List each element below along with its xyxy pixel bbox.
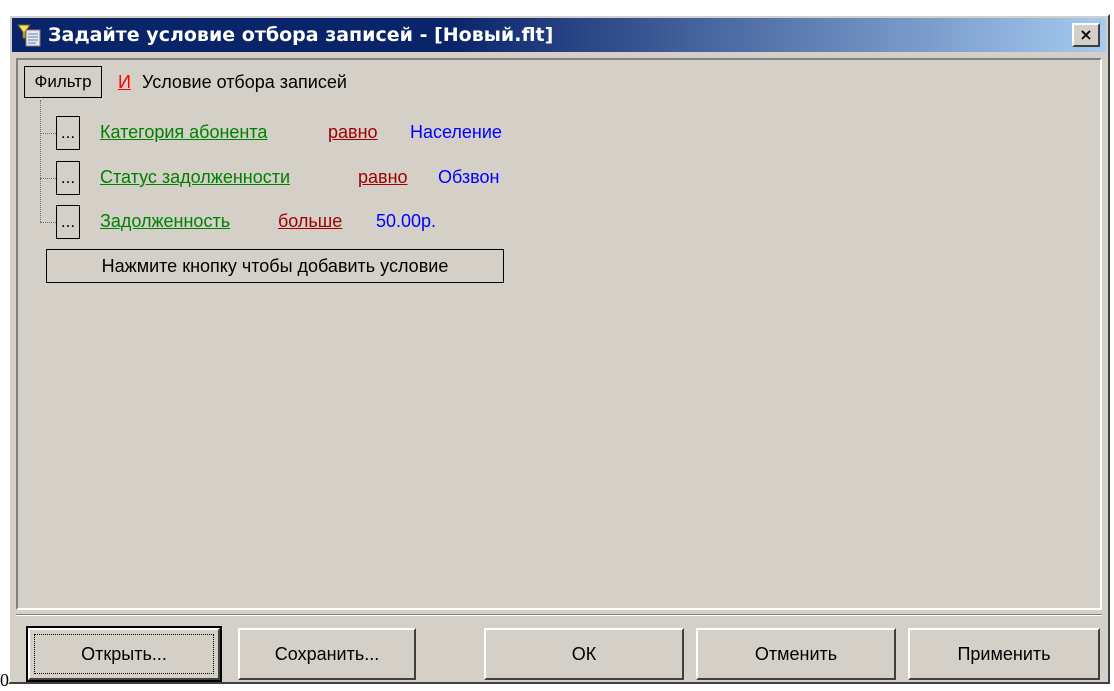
ellipsis-icon: ... (60, 212, 76, 231)
filter-dialog: Задайте условие отбора записей - [Новый.… (8, 14, 1110, 684)
condition-edit-button[interactable]: ... (56, 205, 80, 239)
condition-edit-button[interactable]: ... (56, 161, 80, 195)
filter-app-icon (16, 22, 42, 48)
condition-operator-link[interactable]: больше (278, 211, 342, 232)
ellipsis-icon: ... (60, 123, 76, 142)
filter-root-button-label: Фильтр (34, 72, 92, 91)
tree-connector-vertical (40, 100, 41, 222)
ok-button-label: ОК (571, 643, 597, 664)
ok-button[interactable]: ОК (484, 628, 684, 680)
filter-root-button[interactable]: Фильтр (24, 66, 102, 98)
window-title: Задайте условие отбора записей - [Новый.… (48, 24, 554, 46)
ellipsis-icon: ... (60, 168, 76, 187)
open-button[interactable]: Открыть... (26, 626, 222, 682)
tree-connector-1 (40, 133, 56, 134)
condition-field-link[interactable]: Задолженность (100, 211, 230, 232)
condition-edit-button[interactable]: ... (56, 116, 80, 150)
tree-connector-2 (40, 178, 56, 179)
focus-rectangle (34, 634, 214, 674)
condition-value[interactable]: Население (410, 122, 502, 143)
close-button[interactable]: × (1072, 23, 1100, 47)
add-condition-label: Нажмите кнопку чтобы добавить условие (101, 255, 449, 276)
divider (16, 614, 1102, 616)
condition-value[interactable]: Обзвон (438, 167, 499, 188)
root-caption: Условие отбора записей (142, 72, 347, 92)
add-condition-button[interactable]: Нажмите кнопку чтобы добавить условие (46, 249, 504, 283)
close-icon: × (1079, 25, 1093, 44)
title-bar[interactable]: Задайте условие отбора записей - [Новый.… (12, 18, 1106, 52)
condition-operator-link[interactable]: равно (328, 122, 378, 143)
save-button[interactable]: Сохранить... (238, 628, 416, 680)
logic-operator-link[interactable]: И (118, 72, 131, 93)
cancel-button[interactable]: Отменить (696, 628, 896, 680)
save-button-label: Сохранить... (274, 643, 380, 664)
apply-button[interactable]: Применить (908, 628, 1100, 680)
condition-value[interactable]: 50.00р. (376, 211, 436, 232)
apply-button-label: Применить (957, 643, 1051, 664)
cancel-button-label: Отменить (754, 643, 838, 664)
filter-tree-panel: Фильтр И Условие отбора записей ... Кате… (16, 58, 1102, 610)
condition-field-link[interactable]: Статус задолженности (100, 167, 290, 188)
condition-operator-link[interactable]: равно (358, 167, 408, 188)
tree-connector-3 (40, 222, 56, 223)
condition-field-link[interactable]: Категория абонента (100, 122, 267, 143)
